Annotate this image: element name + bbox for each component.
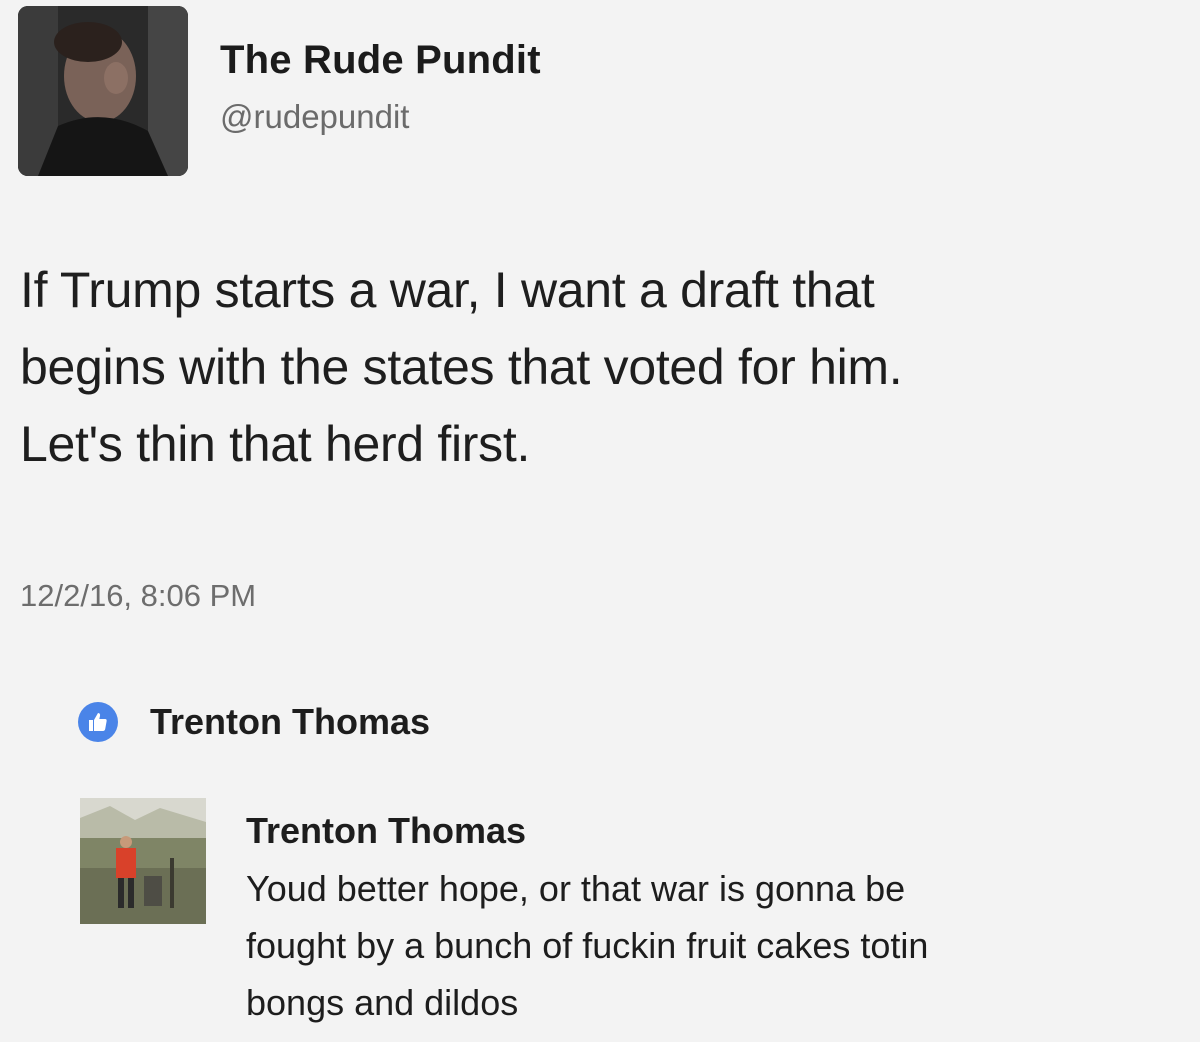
comment-author-name[interactable]: Trenton Thomas	[246, 810, 526, 852]
screenshot-page: The Rude Pundit @rudepundit If Trump sta…	[0, 0, 1200, 1042]
comment-text: Youd better hope, or that war is gonna b…	[246, 860, 1166, 1031]
comment-profile-photo	[80, 798, 206, 924]
profile-photo	[18, 6, 188, 176]
tweet-text-line: Let's thin that herd first.	[20, 416, 531, 472]
comment-author-avatar[interactable]	[80, 798, 206, 924]
thumbs-up-icon	[78, 702, 118, 742]
tweet-timestamp[interactable]: 12/2/16, 8:06 PM	[20, 578, 256, 614]
reaction-row: Trenton Thomas	[78, 700, 430, 744]
comment-text-line: bongs and dildos	[246, 982, 519, 1023]
comment-text-line: Youd better hope, or that war is gonna b…	[246, 868, 906, 909]
tweet-author-handle[interactable]: @rudepundit	[220, 98, 409, 136]
tweet-author-name[interactable]: The Rude Pundit	[220, 38, 541, 83]
comment-text-line: fought by a bunch of fuckin fruit cakes …	[246, 925, 929, 966]
tweet-author-avatar[interactable]	[18, 6, 188, 176]
tweet-text-line: begins with the states that voted for hi…	[20, 339, 903, 395]
tweet-text-line: If Trump starts a war, I want a draft th…	[20, 262, 875, 318]
tweet-text: If Trump starts a war, I want a draft th…	[20, 252, 1190, 483]
reaction-user-name[interactable]: Trenton Thomas	[150, 701, 430, 743]
